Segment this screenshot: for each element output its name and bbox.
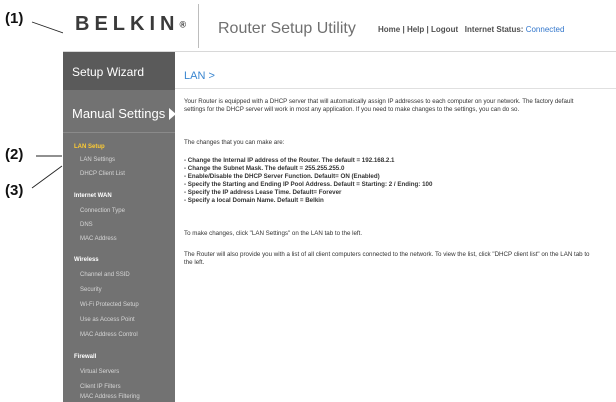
sidebar-item-dns[interactable]: DNS: [80, 222, 93, 228]
manual-settings-label: Manual Settings: [72, 106, 166, 121]
sidebar-item-mac-address-control[interactable]: MAC Address Control: [80, 332, 138, 338]
app-header: BELKIN® Router Setup Utility Home | Help…: [63, 0, 616, 52]
belkin-logo: BELKIN®: [75, 13, 187, 35]
sidebar-item-mac-address[interactable]: MAC Address: [80, 236, 117, 242]
help-link[interactable]: Help: [407, 25, 424, 34]
sidebar-item-access-point[interactable]: Use as Access Point: [80, 317, 135, 323]
sidebar-item-wps[interactable]: Wi-Fi Protected Setup: [80, 302, 139, 308]
callout-2: (2): [5, 146, 24, 163]
sidebar-heading-firewall[interactable]: Firewall: [74, 354, 96, 360]
sidebar-heading-lan-setup[interactable]: LAN Setup: [74, 144, 105, 150]
nav-separator: |: [402, 25, 405, 34]
setup-wizard-button[interactable]: Setup Wizard: [63, 52, 175, 90]
list-item: - Specify the IP address Lease Time. Def…: [184, 189, 342, 196]
sidebar-item-channel-ssid[interactable]: Channel and SSID: [80, 272, 130, 278]
list-item: - Change the Subnet Mask. The default = …: [184, 165, 345, 172]
internet-status-value: Connected: [525, 25, 565, 34]
header-divider: [198, 4, 199, 48]
sidebar-heading-wireless[interactable]: Wireless: [74, 257, 99, 263]
sidebar-item-dhcp-client-list[interactable]: DHCP Client List: [80, 171, 125, 177]
nav-separator: |: [426, 25, 429, 34]
sidebar-item-client-ip-filters[interactable]: Client IP Filters: [80, 384, 121, 390]
sidebar-item-security[interactable]: Security: [80, 287, 102, 293]
changes-intro-text: The changes that you can make are:: [184, 139, 285, 146]
list-item: - Specify the Starting and Ending IP Poo…: [184, 181, 433, 188]
sidebar: Setup Wizard Manual Settings LAN Setup L…: [63, 52, 177, 402]
lan-settings-instruction: To make changes, click "LAN Settings" on…: [184, 230, 363, 237]
main-content: LAN > Your Router is equipped with a DHC…: [175, 52, 616, 402]
sidebar-heading-internet-wan[interactable]: Internet WAN: [74, 193, 112, 199]
top-nav: Home | Help | Logout Internet Status: Co…: [378, 25, 564, 34]
client-list-instruction: The Router will also provide you with a …: [184, 251, 590, 266]
sidebar-divider: [63, 132, 175, 133]
callout-3: (3): [5, 182, 24, 199]
logout-link[interactable]: Logout: [431, 25, 458, 34]
sidebar-item-connection-type[interactable]: Connection Type: [80, 208, 125, 214]
home-link[interactable]: Home: [378, 25, 400, 34]
callout-1: (1): [5, 10, 24, 27]
breadcrumb: LAN >: [184, 70, 215, 82]
manual-settings-header[interactable]: Manual Settings: [72, 106, 177, 121]
sidebar-item-virtual-servers[interactable]: Virtual Servers: [80, 369, 119, 375]
breadcrumb-divider: [175, 88, 616, 89]
list-item: - Specify a local Domain Name. Default =…: [184, 197, 324, 204]
sidebar-item-lan-settings[interactable]: LAN Settings: [80, 157, 115, 163]
page-title: Router Setup Utility: [218, 20, 356, 37]
internet-status-label: Internet Status:: [464, 25, 524, 34]
leader-line-3: [31, 165, 63, 189]
intro-text: Your Router is equipped with a DHCP serv…: [184, 98, 574, 113]
list-item: - Change the Internal IP address of the …: [184, 157, 395, 164]
sidebar-item-mac-address-filtering[interactable]: MAC Address Filtering: [80, 394, 140, 400]
changes-list: - Change the Internal IP address of the …: [184, 157, 432, 205]
list-item: - Enable/Disable the DHCP Server Functio…: [184, 173, 380, 180]
